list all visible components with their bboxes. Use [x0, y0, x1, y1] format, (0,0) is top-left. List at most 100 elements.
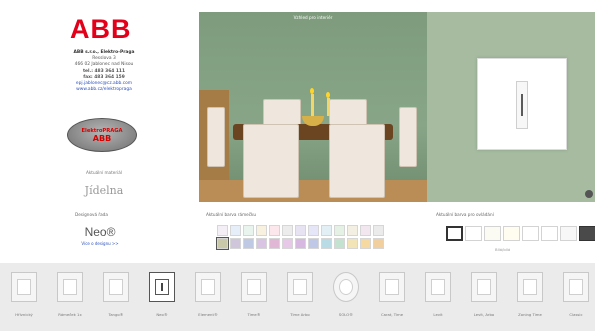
frame-type-item[interactable]: SOLO®	[326, 272, 366, 324]
frame-color-swatch[interactable]	[256, 238, 267, 249]
frame-color-swatch[interactable]	[217, 225, 228, 236]
frame-type-label: Levit	[433, 312, 443, 317]
insert-color-option[interactable]	[484, 226, 501, 241]
frame-insert-preview	[523, 279, 537, 295]
frame-color-swatch[interactable]	[282, 225, 293, 236]
frame-color-swatch[interactable]	[256, 225, 267, 236]
frame-color-swatch[interactable]	[334, 238, 345, 249]
switch-rocker	[516, 81, 528, 129]
frame-color-swatch[interactable]	[321, 238, 332, 249]
frame-insert-preview	[385, 279, 399, 295]
switch-plate[interactable]	[477, 58, 567, 150]
frame-thumbnail	[149, 272, 175, 302]
frame-insert-preview	[293, 279, 307, 295]
frame-insert-preview	[431, 279, 445, 295]
frame-color-swatch[interactable]	[269, 238, 280, 249]
insert-color-label: Aktuální barva pro ovládání	[436, 212, 494, 217]
design-more-link[interactable]: Více o designu >>	[50, 241, 150, 246]
floor	[199, 180, 427, 202]
frame-type-item[interactable]: Zoning Time	[510, 272, 550, 324]
frame-color-swatch[interactable]	[308, 238, 319, 249]
frame-type-label: Time®	[247, 312, 261, 317]
elektropraga-badge[interactable]: ElektroPRAGA ABB	[67, 118, 137, 152]
insert-color-option[interactable]	[446, 226, 463, 241]
frame-type-item[interactable]: Rámeček 1x	[50, 272, 90, 324]
chair-side-right	[399, 107, 417, 167]
frame-color-swatch[interactable]	[295, 225, 306, 236]
frame-type-label: SOLO®	[338, 312, 354, 317]
insert-color-options	[446, 226, 595, 241]
frame-insert-preview	[155, 279, 169, 295]
frame-color-swatch[interactable]	[282, 238, 293, 249]
frame-color-swatch[interactable]	[360, 238, 371, 249]
frame-thumbnail	[103, 272, 129, 302]
room-label: Aktuální materiál	[86, 170, 122, 175]
candle-left	[311, 94, 314, 116]
insert-color-option[interactable]	[541, 226, 558, 241]
frame-type-bar: Hřívnický Rámeček 1x Tango® Neo® Element® Tim…	[0, 263, 595, 331]
frame-color-swatch[interactable]	[230, 238, 241, 249]
frame-insert-preview	[109, 279, 123, 295]
frame-thumbnail	[241, 272, 267, 302]
frame-color-swatch[interactable]	[216, 237, 229, 250]
insert-color-option[interactable]	[503, 226, 520, 241]
frame-type-label: Zoning Time	[518, 312, 542, 317]
company-address: ABB s.r.o., Elektro-Praga Resslova 3 466…	[9, 50, 199, 93]
company-web-link[interactable]: www.abb.cz/elektropraga	[9, 87, 199, 93]
chair-front-right	[329, 124, 385, 198]
frame-type-item[interactable]: Levit, Arbo	[464, 272, 504, 324]
insert-color-option[interactable]	[465, 226, 482, 241]
frame-color-swatches	[216, 225, 384, 250]
room-preview[interactable]: Vzhled pro interiér	[199, 12, 427, 202]
frame-color-swatch[interactable]	[360, 225, 371, 236]
frame-type-label: Tango®	[108, 312, 124, 317]
design-series-label: Designová řada	[75, 212, 108, 217]
frame-insert-preview	[339, 279, 353, 295]
frame-type-label: Carat, Time	[380, 312, 404, 317]
frame-type-label: Time Arbo	[290, 312, 310, 317]
frame-color-swatch[interactable]	[308, 225, 319, 236]
frame-color-swatch[interactable]	[373, 238, 384, 249]
insert-color-option[interactable]	[560, 226, 577, 241]
frame-color-swatch[interactable]	[295, 238, 306, 249]
room-name: Jídelna	[84, 184, 124, 197]
frame-color-swatch[interactable]	[347, 225, 358, 236]
frame-type-item[interactable]: Element®	[188, 272, 228, 324]
frame-thumbnail	[563, 272, 589, 302]
frame-type-item[interactable]: Tango®	[96, 272, 136, 324]
frame-type-label: Levit, Arbo	[473, 312, 495, 317]
frame-thumbnail	[57, 272, 83, 302]
frame-type-item[interactable]: Levit	[418, 272, 458, 324]
badge-bottom-text: ABB	[92, 134, 112, 143]
frame-color-swatch[interactable]	[243, 238, 254, 249]
frame-color-swatch[interactable]	[243, 225, 254, 236]
frame-type-label: Hřívnický	[15, 312, 33, 317]
frame-type-item[interactable]: Neo®	[142, 272, 182, 324]
frame-color-swatch[interactable]	[347, 238, 358, 249]
frame-type-item[interactable]: Classic	[556, 272, 595, 324]
frame-type-item[interactable]: Hřívnický	[4, 272, 44, 324]
frame-insert-preview	[477, 279, 491, 295]
frame-color-swatch[interactable]	[321, 225, 332, 236]
chair-side-left	[207, 107, 225, 167]
frame-insert-preview	[63, 279, 77, 295]
frame-insert-preview	[247, 279, 261, 295]
frame-color-swatch[interactable]	[269, 225, 280, 236]
frame-type-item[interactable]: Time Arbo	[280, 272, 320, 324]
frame-color-swatch[interactable]	[334, 225, 345, 236]
frame-type-item[interactable]: Time®	[234, 272, 274, 324]
frame-color-swatch[interactable]	[230, 225, 241, 236]
frame-type-label: Neo®	[156, 312, 168, 317]
frame-thumbnail	[333, 272, 359, 302]
zoom-icon[interactable]	[585, 190, 593, 198]
candle-right	[327, 98, 330, 116]
frame-thumbnail	[11, 272, 37, 302]
design-series-name: Neo®	[84, 225, 116, 239]
insert-color-option[interactable]	[579, 226, 595, 241]
frame-thumbnail	[195, 272, 221, 302]
switch-detail-view	[427, 12, 595, 202]
insert-color-option[interactable]	[522, 226, 539, 241]
frame-thumbnail	[287, 272, 313, 302]
frame-type-item[interactable]: Carat, Time	[372, 272, 412, 324]
frame-color-swatch[interactable]	[373, 225, 384, 236]
